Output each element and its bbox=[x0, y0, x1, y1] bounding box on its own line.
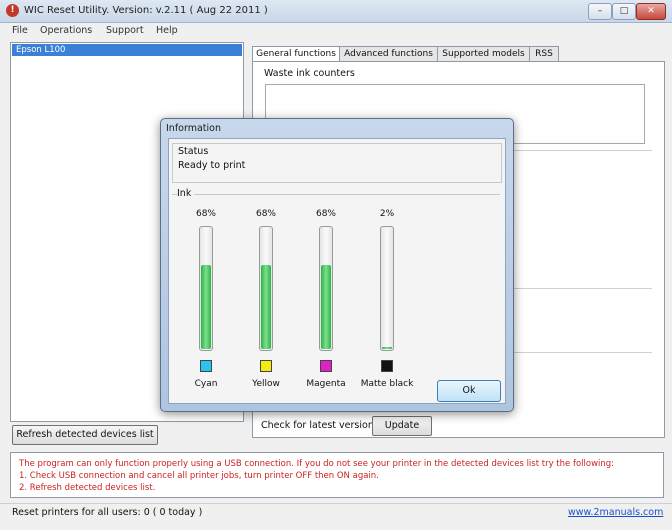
panel-divider bbox=[512, 352, 652, 353]
ok-button[interactable]: Ok bbox=[437, 380, 501, 402]
notice-line: The program can only function properly u… bbox=[19, 459, 615, 469]
ink-percent-yellow: 68% bbox=[255, 209, 276, 219]
panel-divider bbox=[512, 150, 652, 151]
status-value: Ready to print bbox=[178, 160, 246, 171]
ink-name-yellow: Yellow bbox=[252, 379, 280, 389]
usb-notice: The program can only function properly u… bbox=[10, 452, 664, 498]
status-label: Status bbox=[178, 146, 209, 157]
menu-file[interactable]: File bbox=[12, 25, 28, 36]
ink-percent-cyan: 68% bbox=[195, 209, 216, 219]
maximize-button[interactable]: □ bbox=[612, 3, 636, 20]
update-button[interactable]: Update bbox=[372, 416, 432, 436]
close-button[interactable]: ✕ bbox=[636, 3, 666, 20]
ink-percent-matte-black: 2% bbox=[379, 209, 395, 219]
waste-ink-label: Waste ink counters bbox=[264, 68, 355, 79]
minimize-button[interactable]: – bbox=[588, 3, 612, 20]
ink-swatch-matte-black bbox=[381, 360, 393, 372]
ink-fill bbox=[201, 265, 211, 349]
notice-line: 2. Refresh detected devices list. bbox=[19, 483, 156, 493]
panel-divider bbox=[512, 288, 652, 289]
ink-swatch-cyan bbox=[200, 360, 212, 372]
ink-level-bar-matte-black bbox=[380, 226, 394, 351]
ink-name-cyan: Cyan bbox=[194, 379, 218, 389]
tab-rss[interactable]: RSS bbox=[529, 46, 559, 62]
website-link[interactable]: www.2manuals.com bbox=[568, 507, 663, 518]
app-icon: ! bbox=[6, 4, 19, 17]
window-title: WIC Reset Utility. Version: v.2.11 ( Aug… bbox=[24, 5, 268, 16]
ink-percent-magenta: 68% bbox=[315, 209, 336, 219]
menu-help[interactable]: Help bbox=[156, 25, 178, 36]
ink-swatch-magenta bbox=[320, 360, 332, 372]
menu-bar: File Operations Support Help bbox=[0, 23, 672, 39]
dialog-title: Information bbox=[166, 123, 221, 134]
ink-group-line bbox=[172, 194, 500, 195]
tab-advanced-functions[interactable]: Advanced functions bbox=[339, 46, 438, 62]
ink-name-magenta: Magenta bbox=[306, 379, 346, 389]
ink-fill bbox=[321, 265, 331, 349]
ink-fill bbox=[261, 265, 271, 349]
ink-level-bar-yellow bbox=[259, 226, 273, 351]
ink-name-matte-black: Matte black bbox=[360, 379, 414, 389]
check-version-label: Check for latest version bbox=[261, 420, 374, 431]
refresh-devices-button[interactable]: Refresh detected devices list bbox=[12, 425, 158, 445]
ink-fill bbox=[382, 346, 392, 349]
ink-label: Ink bbox=[177, 188, 195, 199]
notice-line: 1. Check USB connection and cancel all p… bbox=[19, 471, 379, 481]
tab-supported-models[interactable]: Supported models bbox=[437, 46, 530, 62]
menu-support[interactable]: Support bbox=[106, 25, 144, 36]
ink-level-bar-magenta bbox=[319, 226, 333, 351]
menu-operations[interactable]: Operations bbox=[40, 25, 92, 36]
ink-swatch-yellow bbox=[260, 360, 272, 372]
ink-level-bar-cyan bbox=[199, 226, 213, 351]
device-list-item[interactable]: Epson L100 bbox=[12, 44, 242, 56]
reset-count-text: Reset printers for all users: 0 ( 0 toda… bbox=[12, 507, 203, 518]
